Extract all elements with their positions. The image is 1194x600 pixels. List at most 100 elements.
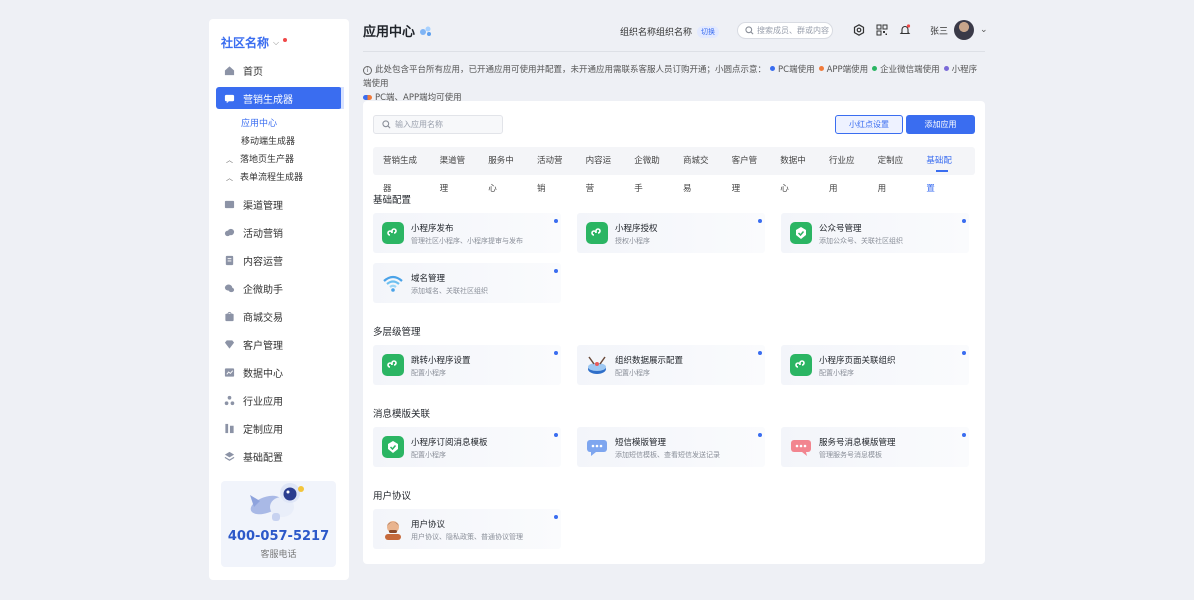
app-card-mini-subscribe-template[interactable]: 小程序订阅消息模板 配置小程序 <box>373 427 561 467</box>
app-card-user-agreement[interactable]: 用户协议 用户协议、隐私政策、普通协议管理 <box>373 509 561 549</box>
tab-activity[interactable]: 活动营销 <box>537 147 569 194</box>
sidebar-item-custom[interactable]: 定制应用 <box>216 417 342 439</box>
bell-icon[interactable] <box>899 24 911 36</box>
tab-channel[interactable]: 渠道管理 <box>440 147 472 194</box>
qrcode-icon[interactable] <box>876 24 888 36</box>
sidebar-item-marketing-builder[interactable]: 营销生成器 <box>216 87 342 109</box>
sidebar-item-industry[interactable]: 行业应用 <box>216 389 342 411</box>
community-switcher[interactable]: 社区名称 ⌵ <box>221 34 288 51</box>
tab-shop[interactable]: 商城交易 <box>683 147 715 194</box>
document-icon <box>225 255 234 265</box>
org-switcher[interactable]: 组织名称组织名称 切换 <box>620 25 720 38</box>
hotline-number: 400-057-5217 <box>227 529 330 544</box>
legend-dot-app <box>818 66 824 71</box>
app-search-input[interactable]: 输入应用名称 <box>373 115 503 134</box>
platform-dot-pc <box>962 219 966 223</box>
shop-icon <box>225 311 234 321</box>
hotline-label: 客服电话 <box>260 550 297 560</box>
mini-program-icon <box>790 354 812 376</box>
tab-marketing-builder[interactable]: 营销生成器 <box>383 147 423 194</box>
app-card-desc: 管理服务号消息模板 <box>819 451 882 459</box>
sidebar-item-label: 数据中心 <box>243 368 283 380</box>
layers-icon <box>224 451 235 461</box>
app-card-domain[interactable]: 域名管理 添加域名、关联社区组织 <box>373 263 561 303</box>
diamond-icon <box>224 339 235 349</box>
legend-dot-mini <box>943 66 949 71</box>
app-card-title: 用户协议 <box>411 520 446 530</box>
sidebar-item-shop[interactable]: 商城交易 <box>216 305 342 327</box>
user-avatar-icon <box>382 518 404 540</box>
sidebar-subgroup-form-flow[interactable]: ︿ 表单流程生成器 <box>216 169 342 187</box>
sidebar-item-channel[interactable]: 渠道管理 <box>216 193 342 215</box>
user-menu[interactable]: 张三 ⌄ <box>930 20 988 40</box>
tab-data[interactable]: 数据中心 <box>780 147 812 194</box>
app-card-title: 组织数据展示配置 <box>615 356 684 366</box>
sidebar-subitem-app-center[interactable]: 应用中心 <box>216 115 342 133</box>
app-card-mini-publish[interactable]: 小程序发布 管理社区小程序、小程序提审与发布 <box>373 213 561 253</box>
add-app-button[interactable]: 添加应用 <box>906 115 975 134</box>
section-title: 用户协议 <box>373 491 412 502</box>
mini-program-icon <box>586 222 608 244</box>
tab-base-config[interactable]: 基础配置 <box>926 147 958 194</box>
chevron-up-icon: ︿ <box>226 156 233 164</box>
app-card-org-data-display[interactable]: 组织数据展示配置 配置小程序 <box>577 345 765 385</box>
sidebar: 社区名称 ⌵ 首页 营销生成器 应用中心 移动端生成器 ︿ 落地页生产器 ︿ 表… <box>209 19 349 580</box>
sidebar-item-label: 活动营销 <box>243 228 283 240</box>
sidebar-item-label: 企微助手 <box>243 284 283 296</box>
sidebar-item-activity[interactable]: 活动营销 <box>216 221 342 243</box>
chevron-down-icon: ⌄ <box>980 25 988 35</box>
app-card-desc: 授权小程序 <box>615 237 650 245</box>
tab-content[interactable]: 内容运营 <box>586 147 618 194</box>
sidebar-item-customer[interactable]: 客户管理 <box>216 333 342 355</box>
sidebar-item-home[interactable]: 首页 <box>216 59 342 81</box>
legend-label-app: APP端使用 <box>826 65 869 75</box>
sidebar-subitem-mobile-builder[interactable]: 移动端生成器 <box>216 133 342 151</box>
wechat-icon <box>224 284 235 292</box>
verified-icon <box>790 222 812 244</box>
message-icon <box>790 436 812 458</box>
app-card-title: 域名管理 <box>411 274 446 284</box>
app-card-mini-auth[interactable]: 小程序授权 授权小程序 <box>577 213 765 253</box>
tab-wecom[interactable]: 企微助手 <box>634 147 666 194</box>
sidebar-item-content[interactable]: 内容运营 <box>216 249 342 271</box>
app-card-mini-page-org[interactable]: 小程序页面关联组织 配置小程序 <box>781 345 969 385</box>
notification-dot <box>283 37 288 42</box>
red-dot-settings-button[interactable]: 小红点设置 <box>835 115 903 134</box>
sidebar-item-label: 首页 <box>243 66 263 78</box>
app-card-sms-template[interactable]: 短信模版管理 添加短信模板、查看短信发送记录 <box>577 427 765 467</box>
astronaut-mascot-icon <box>250 483 304 521</box>
platform-dot-pc <box>758 433 762 437</box>
app-card-jump-mini[interactable]: 跳转小程序设置 配置小程序 <box>373 345 561 385</box>
search-icon <box>745 26 754 35</box>
mini-program-icon <box>382 354 404 376</box>
user-name: 张三 <box>930 26 949 37</box>
app-card-service-message-template[interactable]: 服务号消息模版管理 管理服务号消息模板 <box>781 427 969 467</box>
tab-industry[interactable]: 行业应用 <box>829 147 861 194</box>
section-title: 消息模版关联 <box>373 409 431 420</box>
global-search-input[interactable]: 搜索成员、群或内容 <box>737 22 833 39</box>
sidebar-item-base-config[interactable]: 基础配置 <box>216 445 342 467</box>
app-card-official-account[interactable]: 公众号管理 添加公众号、关联社区组织 <box>781 213 969 253</box>
app-card-title: 小程序页面关联组织 <box>819 356 896 366</box>
sidebar-item-label: 客户管理 <box>243 340 283 352</box>
org-name: 组织名称组织名称 <box>620 28 693 38</box>
nodes-icon <box>224 395 235 405</box>
app-card-desc: 配置小程序 <box>819 369 854 377</box>
header-divider <box>363 51 985 52</box>
app-card-desc: 用户协议、隐私政策、普通协议管理 <box>411 533 523 541</box>
tab-custom[interactable]: 定制应用 <box>878 147 910 194</box>
sidebar-item-wecom[interactable]: 企微助手 <box>216 277 342 299</box>
tab-service[interactable]: 服务中心 <box>488 147 520 194</box>
settings-icon[interactable] <box>853 24 865 36</box>
sidebar-item-data[interactable]: 数据中心 <box>216 361 342 383</box>
chevron-down-icon: ⌵ <box>273 37 280 47</box>
sidebar-item-label: 定制应用 <box>243 424 283 436</box>
sms-icon <box>586 436 608 458</box>
sidebar-subgroup-landing-page[interactable]: ︿ 落地页生产器 <box>216 151 342 169</box>
info-icon: i <box>363 66 372 75</box>
tab-customer[interactable]: 客户管理 <box>732 147 764 194</box>
org-switch-badge[interactable]: 切换 <box>697 25 720 38</box>
app-card-desc: 添加公众号、关联社区组织 <box>819 237 903 245</box>
sidebar-item-label: 商城交易 <box>243 312 283 324</box>
app-card-desc: 添加短信模板、查看短信发送记录 <box>615 451 720 459</box>
